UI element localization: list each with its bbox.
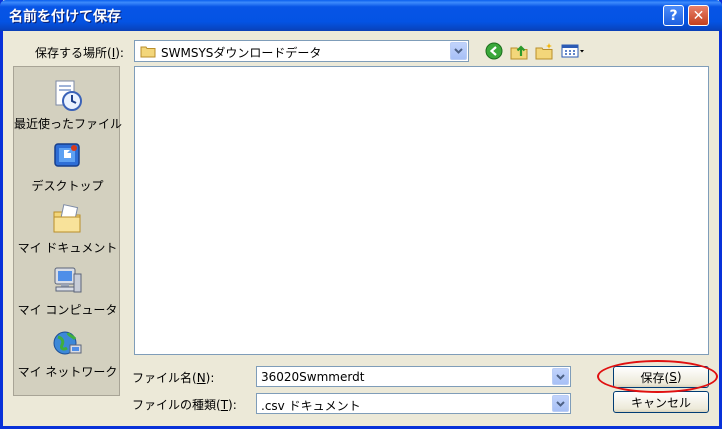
chevron-down-icon[interactable] [450,42,467,60]
place-my-computer[interactable]: マイ コンピュータ [14,259,121,321]
close-button[interactable]: ✕ [688,5,709,26]
filename-value: 36020Swmmerdt [261,370,365,384]
filename-label: ファイル名(N): [132,371,215,385]
save-as-dialog: 名前を付けて保存 ? ✕ 保存する場所(I): SWMSYSダウンロードデータ … [0,0,722,429]
cancel-button[interactable]: キャンセル [613,391,709,413]
close-icon: ✕ [692,7,705,24]
filetype-select[interactable]: .csv ドキュメント [256,393,571,414]
save-location-combo[interactable]: SWMSYSダウンロードデータ [134,40,469,62]
my-computer-icon [50,265,84,297]
filetype-label: ファイルの種類(T): [132,398,237,412]
new-folder-icon[interactable] [534,41,554,61]
back-icon[interactable] [484,41,504,61]
place-label: デスクトップ [31,179,104,193]
save-location-value: SWMSYSダウンロードデータ [161,46,322,60]
save-button[interactable]: 保存(S) [613,366,709,388]
folder-icon [140,45,156,61]
window-title: 名前を付けて保存 [9,9,121,25]
view-menu-icon[interactable] [560,41,586,61]
chevron-down-icon[interactable] [552,368,569,385]
place-label: マイ ネットワーク [17,365,118,379]
filetype-value: .csv ドキュメント [261,399,361,413]
help-icon: ? [669,7,678,24]
help-button[interactable]: ? [663,5,684,26]
my-network-icon [50,327,84,359]
title-bar[interactable]: 名前を付けて保存 ? ✕ [0,0,722,31]
places-bar: 最近使ったファイル デスクトップ マイ ドキュメント マイ コンピュータ マイ … [13,66,123,396]
place-desktop[interactable]: デスクトップ [14,135,121,197]
place-label: マイ ドキュメント [17,241,118,255]
place-recent[interactable]: 最近使ったファイル [14,73,123,135]
place-label: 最近使ったファイル [14,117,123,131]
recent-icon [50,79,84,111]
place-my-network[interactable]: マイ ネットワーク [14,321,121,383]
save-location-label: 保存する場所(I): [35,46,124,60]
my-documents-icon [50,203,84,235]
filename-input[interactable]: 36020Swmmerdt [256,366,571,387]
chevron-down-icon[interactable] [552,395,569,412]
desktop-icon [50,141,84,173]
file-list[interactable] [134,66,709,355]
place-label: マイ コンピュータ [17,303,118,317]
up-folder-icon[interactable] [509,41,529,61]
place-my-documents[interactable]: マイ ドキュメント [14,197,121,259]
